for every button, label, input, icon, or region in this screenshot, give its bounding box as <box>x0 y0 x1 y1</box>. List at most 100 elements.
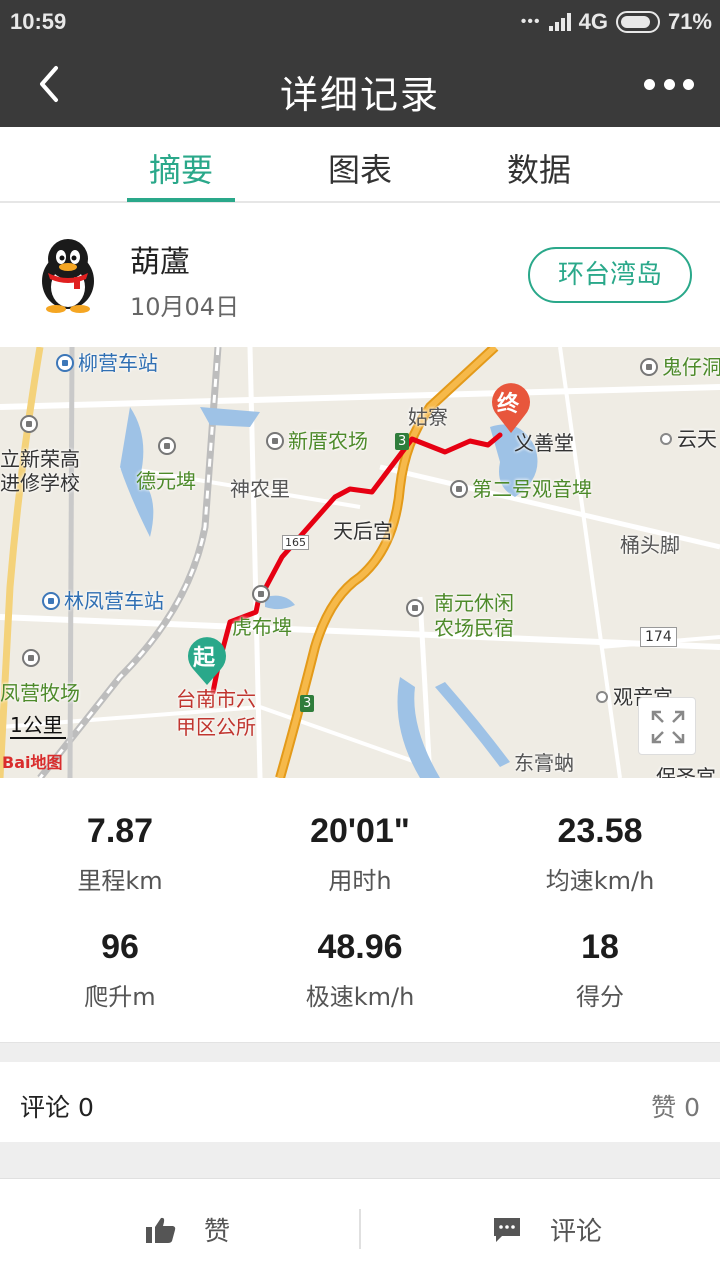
stat-value: 96 <box>101 928 139 966</box>
tab-indicator <box>127 198 235 202</box>
status-icons: ••• 4G 71% <box>521 9 712 35</box>
road-label: 165 <box>282 535 309 550</box>
farm-icon <box>22 649 40 667</box>
stat-value: 23.58 <box>557 812 643 850</box>
ride-date: 10月04日 <box>130 293 240 321</box>
stat-duration: 20'01" 用时h <box>240 812 480 896</box>
more-dot-icon <box>683 78 694 90</box>
map-poi: 姑寮 <box>408 405 448 429</box>
temple-icon <box>158 437 176 455</box>
user-info: 葫蘆 10月04日 环台湾岛 <box>0 205 720 345</box>
highway-shield: 3 <box>395 433 410 450</box>
map-poi: 德元埤 <box>136 469 196 493</box>
fullscreen-button[interactable] <box>638 697 696 755</box>
map-poi: 第二号观音埤 <box>450 473 592 502</box>
nav-bar: 详细记录 <box>0 44 720 127</box>
school-icon <box>20 415 38 433</box>
stat-value: 20'01" <box>310 812 410 850</box>
temple-icon <box>450 480 468 498</box>
tab-bar: 摘要 图表 数据 <box>0 127 720 203</box>
stat-climb: 96 爬升m <box>0 928 240 1012</box>
stat-value: 18 <box>581 928 619 966</box>
start-marker-label: 起 <box>193 646 216 671</box>
map-background <box>0 347 720 778</box>
road-label: 174 <box>640 627 677 647</box>
comment-count[interactable]: 评论 0 <box>20 1088 94 1124</box>
map-poi: 新厝农场 <box>266 425 368 454</box>
status-time: 10:59 <box>10 9 67 34</box>
comment-button[interactable]: 评论 <box>492 1211 602 1248</box>
end-marker-label: 终 <box>497 392 520 417</box>
map-poi: 台南市六 <box>176 687 256 711</box>
tab-data[interactable]: 数据 <box>479 145 599 191</box>
stat-label: 得分 <box>576 983 624 1011</box>
map-poi: 凤营牧场 <box>0 681 80 705</box>
temple-icon <box>252 585 270 603</box>
station-icon <box>56 354 74 372</box>
stat-label: 爬升m <box>84 983 156 1011</box>
more-menu-button[interactable] <box>644 74 694 94</box>
comment-bubble-icon <box>494 1217 520 1242</box>
map-poi: 进修学校 <box>0 471 80 495</box>
map-poi-station: 柳营车站 <box>56 347 158 376</box>
page-title: 详细记录 <box>279 73 440 117</box>
station-icon <box>42 592 60 610</box>
route-tag-button[interactable]: 环台湾岛 <box>528 247 692 303</box>
map-poi-station: 林凤营车站 <box>42 585 164 614</box>
battery-percent: 71% <box>667 9 712 34</box>
stat-value: 7.87 <box>86 812 154 850</box>
tab-summary[interactable]: 摘要 <box>121 145 241 191</box>
more-dot-icon <box>663 78 675 90</box>
map-poi: 东膏蚋 <box>514 751 574 775</box>
map-poi: 桶头脚 <box>620 533 680 557</box>
more-dot-icon <box>644 78 655 90</box>
place-dot-icon <box>596 691 608 703</box>
like-button[interactable]: 赞 <box>146 1211 230 1248</box>
stat-label: 极速km/h <box>305 983 415 1011</box>
section-divider <box>0 1042 720 1062</box>
battery-icon <box>615 11 660 33</box>
farm-icon <box>266 432 284 450</box>
user-name: 葫蘆 <box>130 245 190 280</box>
thumbs-up-icon <box>146 1217 176 1243</box>
map-scale-bar <box>10 737 66 739</box>
like-count[interactable]: 赞 0 <box>651 1088 700 1124</box>
highway-shield: 3 <box>300 695 315 712</box>
map-scale: 1公里 <box>10 713 63 737</box>
action-bar: 赞 评论 <box>0 1178 720 1280</box>
signal-icon <box>548 13 571 31</box>
map-poi: 保圣宫 <box>656 765 716 778</box>
comment-label: 评论 <box>550 1217 603 1247</box>
baidu-map-logo: Bai地图 <box>2 753 63 772</box>
ride-stats: 7.87 里程km 20'01" 用时h 23.58 均速km/h 96 爬升m… <box>0 780 720 1042</box>
comments-summary: 评论 0 赞 0 <box>0 1062 720 1142</box>
avatar[interactable] <box>36 237 100 313</box>
action-divider <box>359 1209 361 1249</box>
notification-dots-icon: ••• <box>520 13 541 30</box>
map-poi: 鬼仔洞 <box>640 351 720 380</box>
map-poi: 农场民宿 <box>434 616 514 640</box>
stat-label: 用时h <box>328 867 392 895</box>
place-dot-icon <box>660 433 672 445</box>
section-divider <box>0 1142 720 1178</box>
map-poi: 天后宫 <box>333 519 393 543</box>
route-map[interactable]: 3 3 165 174 柳营车站 鬼仔洞 姑寮 义善堂 新厝农场 云天 立新荣高… <box>0 347 720 778</box>
map-poi: 云天 <box>660 423 717 452</box>
map-poi: 甲区公所 <box>176 715 256 739</box>
like-label: 赞 <box>204 1217 231 1247</box>
expand-icon <box>651 710 685 744</box>
stat-label: 均速km/h <box>545 867 655 895</box>
map-poi: 神农里 <box>230 477 290 501</box>
stat-value: 48.96 <box>317 928 403 966</box>
stat-distance: 7.87 里程km <box>0 812 240 896</box>
farm-icon <box>406 599 424 617</box>
status-bar: 10:59 ••• 4G 71% <box>0 0 720 44</box>
temple-icon <box>640 358 658 376</box>
network-type: 4G <box>578 9 608 34</box>
stat-avg-speed: 23.58 均速km/h <box>480 812 720 896</box>
stat-label: 里程km <box>77 867 163 895</box>
map-poi: 虎布埤 <box>232 615 292 639</box>
stat-score: 18 得分 <box>480 928 720 1012</box>
stat-max-speed: 48.96 极速km/h <box>240 928 480 1012</box>
tab-charts[interactable]: 图表 <box>300 145 420 191</box>
